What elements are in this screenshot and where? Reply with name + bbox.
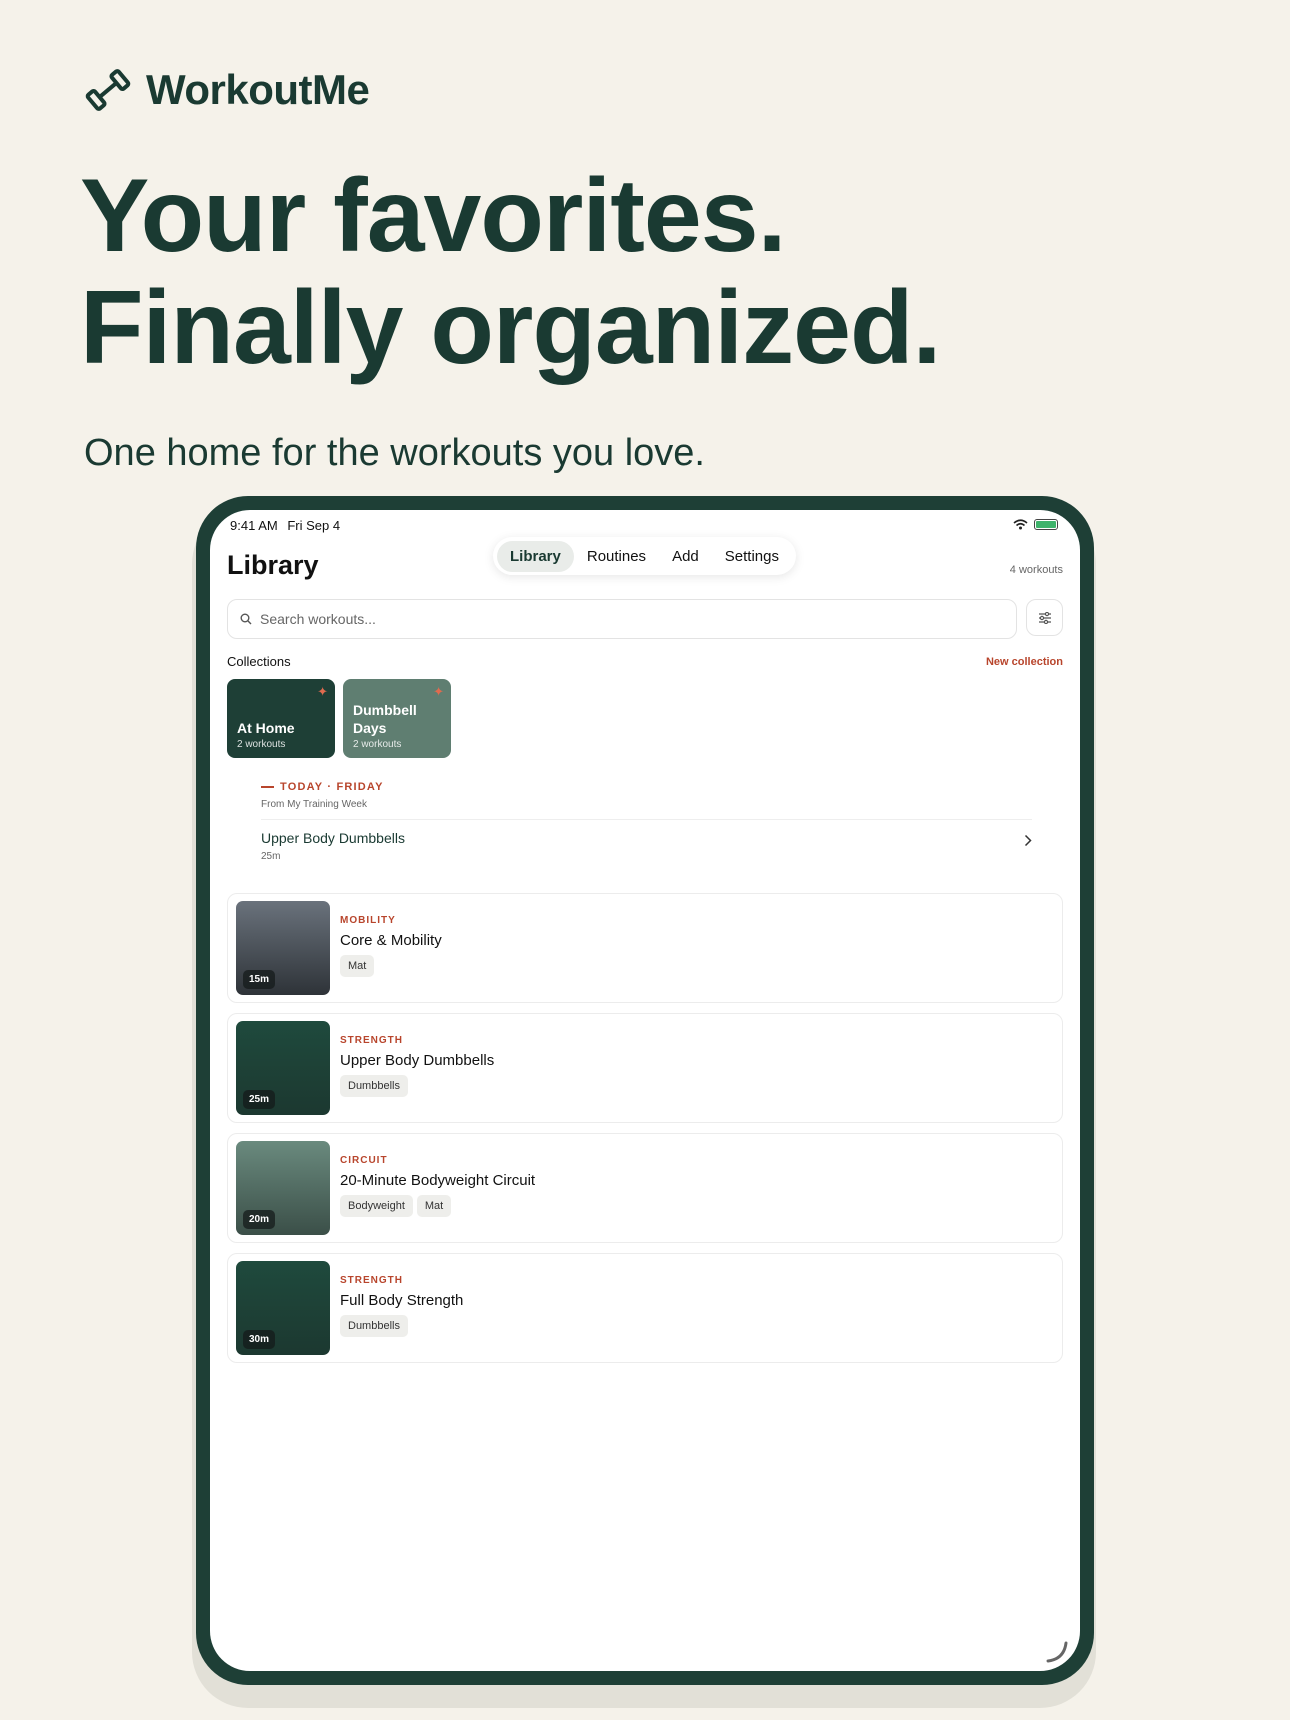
workout-thumbnail: 30m: [236, 1261, 330, 1355]
collection-meta: 2 workouts: [353, 739, 402, 750]
headline-line-2: Finally organized.: [80, 270, 941, 386]
battery-icon: [1034, 519, 1058, 530]
duration-badge: 20m: [243, 1210, 276, 1229]
tab-routines[interactable]: Routines: [574, 541, 659, 572]
workout-title: Core & Mobility: [340, 932, 442, 949]
workout-card[interactable]: 20m CIRCUIT 20-Minute Bodyweight Circuit…: [227, 1133, 1063, 1243]
workout-card[interactable]: 15m MOBILITY Core & Mobility Mat: [227, 893, 1063, 1003]
duration-badge: 15m: [243, 970, 276, 989]
dash-icon: [261, 786, 274, 789]
collection-name: Dumbbell Days: [353, 702, 417, 736]
sliders-icon: [1038, 611, 1051, 624]
tag: Bodyweight: [340, 1195, 413, 1217]
workout-category: MOBILITY: [340, 915, 396, 926]
workout-card[interactable]: 25m STRENGTH Upper Body Dumbbells Dumbbe…: [227, 1013, 1063, 1123]
search-input[interactable]: [260, 611, 960, 627]
workout-count: 4 workouts: [1009, 564, 1063, 576]
duration-badge: 30m: [243, 1330, 276, 1349]
today-card[interactable]: TODAY · FRIDAY From My Training Week Upp…: [240, 772, 1050, 874]
workout-category: STRENGTH: [340, 1275, 403, 1286]
search-bar[interactable]: [227, 599, 1017, 639]
new-collection-link[interactable]: New collection: [986, 656, 1063, 668]
workout-thumbnail: 15m: [236, 901, 330, 995]
collection-name: At Home: [237, 720, 295, 736]
tablet-frame: 9:41 AM Fri Sep 4 Library Library Routin…: [196, 496, 1094, 1685]
chevron-right-icon: [1024, 834, 1032, 847]
hero-subline: One home for the workouts you love.: [84, 432, 705, 474]
tag: Dumbbells: [340, 1075, 408, 1097]
page-title: Library: [227, 550, 319, 580]
collections-label: Collections: [227, 654, 291, 669]
tag: Mat: [340, 955, 375, 977]
workout-card[interactable]: 30m STRENGTH Full Body Strength Dumbbell…: [227, 1253, 1063, 1363]
today-workout-duration: 25m: [261, 851, 281, 862]
brand-name: WorkoutMe: [146, 66, 370, 113]
tag: Dumbbells: [340, 1315, 408, 1337]
status-icons: [1013, 519, 1058, 530]
today-label-text: TODAY · FRIDAY: [280, 781, 384, 793]
status-bar: 9:41 AM Fri Sep 4: [230, 518, 340, 533]
tab-settings[interactable]: Settings: [712, 541, 792, 572]
tablet-screen: 9:41 AM Fri Sep 4 Library Library Routin…: [210, 510, 1080, 1671]
brand-header: WorkoutMe: [84, 66, 370, 114]
wifi-icon: [1013, 519, 1028, 530]
workout-category: CIRCUIT: [340, 1155, 388, 1166]
workout-thumbnail: 20m: [236, 1141, 330, 1235]
tab-library[interactable]: Library: [497, 540, 574, 572]
search-icon: [240, 613, 252, 625]
workout-title: Full Body Strength: [340, 1292, 464, 1309]
collection-meta: 2 workouts: [237, 739, 286, 750]
tab-bar: Library Routines Add Settings: [493, 537, 796, 575]
workout-tags: Bodyweight Mat: [340, 1195, 452, 1217]
divider: [261, 819, 1032, 820]
collection-card-at-home[interactable]: ✦ At Home 2 workouts: [227, 679, 335, 758]
workout-title: Upper Body Dumbbells: [340, 1052, 495, 1069]
today-workout-name: Upper Body Dumbbells: [261, 830, 405, 846]
today-label: TODAY · FRIDAY: [261, 781, 384, 793]
workout-title: 20-Minute Bodyweight Circuit: [340, 1172, 536, 1189]
status-date: Fri Sep 4: [287, 518, 341, 533]
filter-button[interactable]: [1026, 599, 1063, 636]
workout-thumbnail: 25m: [236, 1021, 330, 1115]
sparkle-icon: ✦: [317, 684, 328, 699]
workout-tags: Dumbbells: [340, 1315, 408, 1337]
sparkle-icon: ✦: [433, 684, 444, 699]
today-source: From My Training Week: [261, 799, 367, 810]
hero-headline: Your favorites. Finally organized.: [80, 158, 941, 386]
headline-line-1: Your favorites.: [80, 158, 786, 274]
workout-tags: Dumbbells: [340, 1075, 408, 1097]
tab-add[interactable]: Add: [659, 541, 712, 572]
duration-badge: 25m: [243, 1090, 276, 1109]
collection-card-dumbbell-days[interactable]: ✦ Dumbbell Days 2 workouts: [343, 679, 451, 758]
workout-tags: Mat: [340, 955, 375, 977]
workout-category: STRENGTH: [340, 1035, 403, 1046]
dumbbell-icon: [85, 69, 131, 111]
resize-corner-icon: [1046, 1641, 1068, 1663]
tag: Mat: [416, 1195, 452, 1217]
status-time: 9:41 AM: [230, 518, 278, 533]
